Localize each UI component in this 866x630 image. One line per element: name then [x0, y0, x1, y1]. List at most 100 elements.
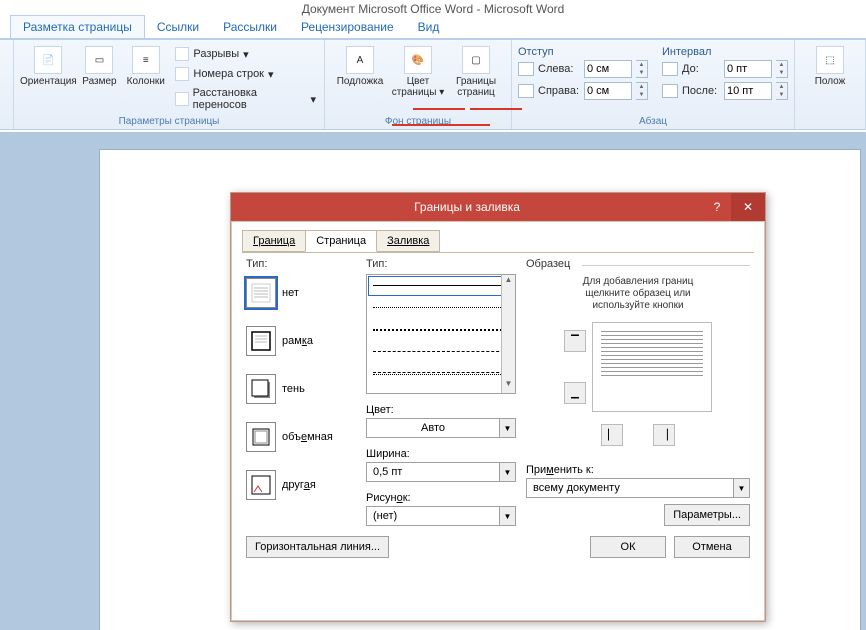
setting-shadow[interactable]: тень — [246, 374, 356, 404]
watermark-button[interactable]: A Подложка — [331, 44, 389, 114]
indent-right-input[interactable] — [584, 82, 632, 100]
page-color-icon: 🎨 — [404, 46, 432, 74]
ok-button[interactable]: ОК — [590, 536, 666, 558]
art-combo[interactable]: (нет)▼ — [366, 506, 516, 526]
spacing-before[interactable]: До: ▲▼ — [662, 60, 788, 78]
spacing-before-spinner[interactable]: ▲▼ — [776, 60, 788, 78]
width-label: Ширина: — [366, 448, 516, 460]
spacing-after-input[interactable] — [724, 82, 772, 100]
preview-note: Для добавления границ щелкните образец и… — [526, 276, 750, 312]
border-bottom-toggle[interactable]: ▁ — [564, 382, 586, 404]
watermark-label: Подложка — [337, 76, 384, 87]
ribbon-tabs: Разметка страницы Ссылки Рассылки Реценз… — [0, 18, 866, 40]
indent-right-spinner[interactable]: ▲▼ — [636, 82, 648, 100]
tab-page-layout[interactable]: Разметка страницы — [10, 15, 145, 38]
page-setup-group-label: Параметры страницы — [20, 114, 318, 127]
setting-shadow-icon — [246, 374, 276, 404]
setting-3d[interactable]: объемная — [246, 422, 356, 452]
setting-shadow-label: тень — [282, 383, 305, 395]
setting-custom-label: другая — [282, 479, 316, 491]
art-value: (нет) — [367, 510, 499, 522]
params-button[interactable]: Параметры... — [664, 504, 750, 526]
line-numbers-button[interactable]: Номера строк ▾ — [173, 66, 318, 82]
spacing-before-input[interactable] — [724, 60, 772, 78]
dialog-tabs: Граница Страница Заливка — [232, 222, 764, 252]
width-value: 0,5 пт — [367, 466, 499, 478]
border-right-toggle[interactable]: ▕ — [653, 424, 675, 446]
color-value: Авто — [367, 422, 499, 434]
indent-right[interactable]: Справа: ▲▼ — [518, 82, 648, 100]
page-color-button[interactable]: 🎨 Цвет страницы ▾ — [389, 44, 447, 114]
setting-box[interactable]: рамка — [246, 326, 356, 356]
indent-left-spinner[interactable]: ▲▼ — [636, 60, 648, 78]
setting-custom[interactable]: другая — [246, 470, 356, 500]
apply-value: всему документу — [527, 482, 733, 494]
setting-box-label: рамка — [282, 335, 313, 347]
cancel-button[interactable]: Отмена — [674, 536, 750, 558]
breaks-icon — [175, 47, 189, 61]
watermark-icon: A — [346, 46, 374, 74]
indent-right-icon — [518, 84, 534, 98]
tab-references[interactable]: Ссылки — [145, 16, 211, 38]
setting-box-icon — [246, 326, 276, 356]
tab-view[interactable]: Вид — [406, 16, 452, 38]
page-color-label: Цвет страницы ▾ — [389, 76, 447, 98]
orientation-button[interactable]: 📄 Ориентация — [20, 44, 77, 114]
indent-left[interactable]: Слева: ▲▼ — [518, 60, 648, 78]
dialog-title: Границы и заливка — [231, 200, 703, 214]
preview-page[interactable] — [592, 322, 712, 412]
columns-button[interactable]: ≡ Колонки — [122, 44, 169, 114]
border-left-toggle[interactable]: ▏ — [601, 424, 623, 446]
columns-label: Колонки — [127, 76, 165, 87]
page-borders-label: Границы страниц — [447, 76, 505, 98]
position-button[interactable]: ⬚ Полож — [801, 44, 859, 125]
size-button[interactable]: ▭ Размер — [77, 44, 122, 114]
indent-left-icon — [518, 62, 534, 76]
art-label: Рисунок: — [366, 492, 516, 504]
annotation-page-bg-group — [392, 124, 490, 126]
setting-none[interactable]: нет — [246, 278, 356, 308]
style-scrollbar[interactable]: ▲▼ — [501, 275, 515, 393]
setting-none-label: нет — [282, 287, 299, 299]
width-combo[interactable]: 0,5 пт▼ — [366, 462, 516, 482]
borders-shading-dialog: Границы и заливка ? ✕ Граница Страница З… — [230, 192, 766, 622]
tab-mailings[interactable]: Рассылки — [211, 16, 289, 38]
line-numbers-label: Номера строк — [193, 68, 264, 80]
spacing-after-label: После: — [682, 85, 720, 97]
hyphen-icon — [175, 92, 188, 106]
group-arrange: ⬚ Полож — [795, 40, 866, 129]
dialog-close-button[interactable]: ✕ — [731, 193, 765, 221]
spacing-before-label: До: — [682, 63, 720, 75]
ribbon: 📄 Ориентация ▭ Размер ≡ Колонки Разрывы … — [0, 40, 866, 130]
border-top-toggle[interactable]: ▔ — [564, 330, 586, 352]
spacing-after[interactable]: После: ▲▼ — [662, 82, 788, 100]
indent-heading: Отступ — [518, 44, 648, 60]
horizontal-line-button[interactable]: Горизонтальная линия... — [246, 536, 389, 558]
dialog-help-button[interactable]: ? — [703, 200, 731, 214]
tab-review[interactable]: Рецензирование — [289, 16, 406, 38]
size-label: Размер — [82, 76, 116, 87]
tab-page[interactable]: Страница — [305, 230, 377, 252]
setting-custom-icon — [246, 470, 276, 500]
spacing-heading: Интервал — [662, 44, 788, 60]
position-label: Полож — [815, 76, 846, 87]
color-combo[interactable]: Авто▼ — [366, 418, 516, 438]
indent-left-input[interactable] — [584, 60, 632, 78]
apply-combo[interactable]: всему документу▼ — [526, 478, 750, 498]
tab-border[interactable]: Граница — [242, 230, 306, 252]
spacing-before-icon — [662, 62, 678, 76]
paragraph-group-label: Абзац — [518, 114, 788, 127]
setting-none-icon — [246, 278, 276, 308]
spacing-after-spinner[interactable]: ▲▼ — [776, 82, 788, 100]
breaks-label: Разрывы — [193, 48, 239, 60]
group-page-background: A Подложка 🎨 Цвет страницы ▾ ▢ Границы с… — [325, 40, 512, 129]
line-numbers-icon — [175, 67, 189, 81]
breaks-button[interactable]: Разрывы ▾ — [173, 46, 318, 62]
hyphenation-button[interactable]: Расстановка переносов ▾ — [173, 86, 318, 112]
style-list[interactable]: ▲▼ — [366, 274, 516, 394]
page-borders-icon: ▢ — [462, 46, 490, 74]
preview-label: Образец — [526, 258, 750, 270]
apply-label: Применить к: — [526, 464, 594, 476]
tab-shading[interactable]: Заливка — [376, 230, 440, 252]
page-borders-button[interactable]: ▢ Границы страниц — [447, 44, 505, 114]
